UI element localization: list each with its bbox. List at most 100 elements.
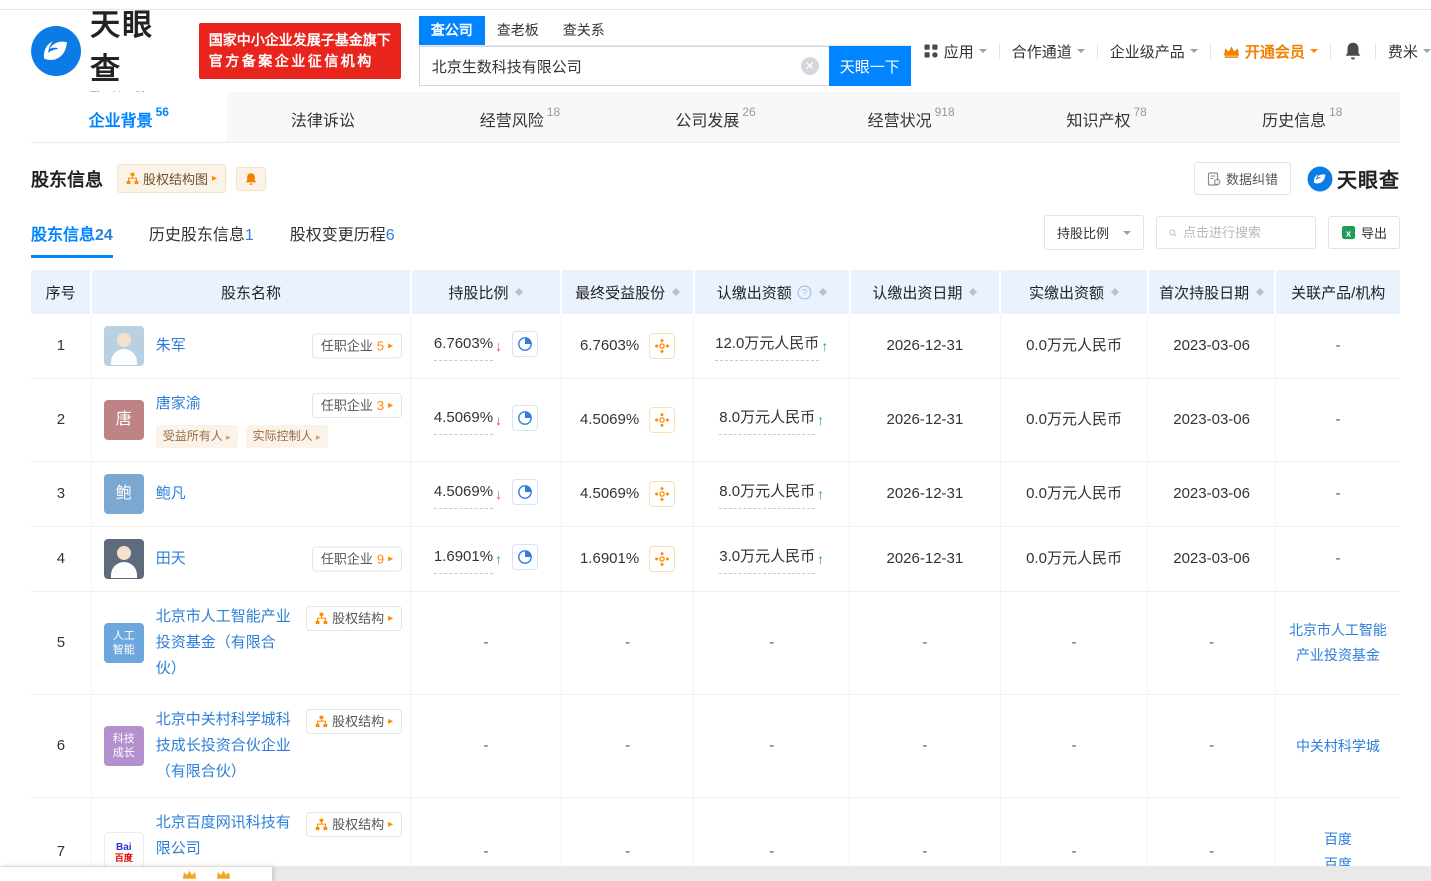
pie-chart-icon-button[interactable] xyxy=(512,479,538,505)
column-header-wrap: 最终受益股份 xyxy=(562,282,693,303)
tab-count: 26 xyxy=(742,105,755,119)
search-submit-button[interactable]: 天眼一下 xyxy=(829,46,911,86)
pie-chart-icon-button[interactable] xyxy=(512,331,538,357)
subscribed-capital-value[interactable]: 8.0万元人民币 xyxy=(719,405,815,435)
related-product-link[interactable]: 中关村科学城 xyxy=(1284,734,1392,759)
sort-arrows-icon[interactable] xyxy=(1256,284,1264,300)
column-header-5[interactable]: 认缴出资额? xyxy=(694,270,850,314)
cutoff-floating-bar xyxy=(0,866,272,881)
equity-structure-badge[interactable]: 股权结构▸ xyxy=(306,709,402,734)
equity-structure-icon-button[interactable] xyxy=(649,407,675,433)
equity-structure-badge[interactable]: 股权结构▸ xyxy=(306,606,402,631)
column-header-6[interactable]: 认缴出资日期 xyxy=(850,270,1001,314)
notification-bell-button[interactable] xyxy=(1331,41,1375,61)
sort-arrows-icon[interactable] xyxy=(515,284,523,300)
tab-company-development[interactable]: 公司发展 26 xyxy=(618,92,814,142)
related-product-link[interactable]: 百度 xyxy=(1284,827,1392,852)
apps-grid-icon xyxy=(923,43,939,59)
nav-vip-label: 开通会员 xyxy=(1245,41,1305,62)
actual-controller-tag[interactable]: 实际控制人 ▸ xyxy=(246,425,328,448)
tab-operation-status[interactable]: 经营状况 918 xyxy=(813,92,1009,142)
baidu-logo-text: 百度 xyxy=(115,853,133,863)
nav-cooperation[interactable]: 合作通道 xyxy=(1000,41,1097,62)
subtab-equity-change-history[interactable]: 股权变更历程6 xyxy=(290,221,395,258)
search-block: 查公司 查老板 查关系 ✕ 天眼一下 xyxy=(419,16,911,86)
column-header-4[interactable]: 最终受益股份 xyxy=(561,270,694,314)
subscribed-capital-value[interactable]: 3.0万元人民币 xyxy=(719,544,815,574)
table-row: 2唐唐家渝受益所有人 ▸实际控制人 ▸任职企业 3▸4.5069%↓4.5069… xyxy=(31,379,1400,462)
section-title: 股东信息 xyxy=(31,166,103,192)
data-correction-button[interactable]: ! 数据纠错 xyxy=(1194,162,1291,195)
shareholding-ratio-value[interactable]: 4.5069% xyxy=(434,405,493,435)
sort-arrows-icon[interactable] xyxy=(819,284,827,300)
monitor-bell-button[interactable] xyxy=(236,167,266,191)
tab-count: 78 xyxy=(1134,105,1147,119)
tianyancha-logo[interactable]: 天眼查 TianYanCha.com xyxy=(30,0,183,102)
equity-structure-badge[interactable]: 股权结构▸ xyxy=(306,812,402,837)
nav-apps[interactable]: 应用 xyxy=(911,41,999,62)
column-header-8[interactable]: 首次持股日期 xyxy=(1148,270,1276,314)
nav-user-label: 费米 xyxy=(1388,41,1418,62)
help-question-icon[interactable]: ? xyxy=(794,285,812,300)
beneficial-owner-tag[interactable]: 受益所有人 ▸ xyxy=(156,425,238,448)
svg-text:x: x xyxy=(1346,228,1352,238)
nav-user[interactable]: 费米 xyxy=(1376,41,1431,62)
tab-intellectual-property[interactable]: 知识产权 78 xyxy=(1009,92,1205,142)
subtab-shareholders[interactable]: 股东信息24 xyxy=(31,221,113,258)
office-count: 5 xyxy=(377,339,384,354)
subtab-history-shareholders[interactable]: 历史股东信息1 xyxy=(149,221,254,258)
table-search-box[interactable] xyxy=(1156,216,1316,249)
row-index: 2 xyxy=(31,379,91,462)
search-icon xyxy=(1169,226,1177,240)
equity-structure-chart-button[interactable]: 股权结构图 ▸ xyxy=(117,164,226,193)
equity-structure-icon-button[interactable] xyxy=(649,333,675,359)
shareholding-ratio-value[interactable]: 1.6901% xyxy=(434,544,493,574)
tab-legal-proceedings[interactable]: 法律诉讼 xyxy=(227,92,423,142)
nav-open-vip[interactable]: 开通会员 xyxy=(1211,41,1330,62)
company-search-input[interactable] xyxy=(419,46,829,86)
shareholder-photo-avatar xyxy=(104,539,144,579)
shareholder-text-avatar: 人工 智能 xyxy=(104,623,144,663)
first-holding-date-cell: - xyxy=(1148,592,1276,695)
export-button[interactable]: x 导出 xyxy=(1328,216,1400,249)
equity-structure-icon-button[interactable] xyxy=(649,481,675,507)
table-search-input[interactable] xyxy=(1183,225,1303,240)
column-header-7[interactable]: 实缴出资额 xyxy=(1000,270,1148,314)
subscribed-capital-value[interactable]: 8.0万元人民币 xyxy=(719,479,815,509)
subscribed-capital-cell: - xyxy=(694,695,850,798)
first-holding-date-cell: 2023-03-06 xyxy=(1148,462,1276,527)
shareholding-ratio-value[interactable]: 4.5069% xyxy=(434,479,493,509)
nav-enterprise-products[interactable]: 企业级产品 xyxy=(1098,41,1210,62)
tab-history-info[interactable]: 历史信息 18 xyxy=(1204,92,1400,142)
watermark-label: 天眼查 xyxy=(1337,164,1400,193)
crown-icon xyxy=(1223,45,1240,58)
search-tab-relation[interactable]: 查关系 xyxy=(551,16,617,45)
search-tab-company[interactable]: 查公司 xyxy=(419,16,485,45)
tab-enterprise-background[interactable]: 企业背景 56 xyxy=(31,92,227,142)
arrow-right-icon: ▸ xyxy=(388,611,393,626)
bell-icon xyxy=(1343,41,1363,61)
trend-up-icon: ↑ xyxy=(817,546,824,572)
trend-up-icon: ↑ xyxy=(495,546,502,572)
office-companies-badge[interactable]: 任职企业 9▸ xyxy=(312,547,402,572)
sort-arrows-icon[interactable] xyxy=(1111,284,1119,300)
pie-chart-icon-button[interactable] xyxy=(512,405,538,431)
related-product-link[interactable]: 北京市人工智能产业投资基金 xyxy=(1284,618,1392,668)
tab-operation-risk[interactable]: 经营风险 18 xyxy=(422,92,618,142)
subscribed-capital-value[interactable]: 12.0万元人民币 xyxy=(715,331,819,361)
office-companies-badge[interactable]: 任职企业 5▸ xyxy=(312,334,402,359)
shareholding-ratio-value[interactable]: 6.7603% xyxy=(434,331,493,361)
page-top-divider xyxy=(0,0,1431,10)
office-companies-badge[interactable]: 任职企业 3▸ xyxy=(312,393,402,418)
clear-search-icon[interactable]: ✕ xyxy=(801,57,819,75)
pie-chart-icon-button[interactable] xyxy=(512,544,538,570)
column-header-3[interactable]: 持股比例 xyxy=(411,270,562,314)
chevron-down-icon xyxy=(1423,49,1431,57)
sort-by-ratio-select[interactable]: 持股比例 xyxy=(1044,215,1144,250)
sort-arrows-icon[interactable] xyxy=(672,284,680,300)
search-tab-boss[interactable]: 查老板 xyxy=(485,16,551,45)
office-count: 3 xyxy=(377,398,384,413)
shareholder-name-link[interactable]: 鲍凡 xyxy=(156,481,400,507)
equity-structure-icon-button[interactable] xyxy=(649,546,675,572)
sort-arrows-icon[interactable] xyxy=(969,284,977,300)
